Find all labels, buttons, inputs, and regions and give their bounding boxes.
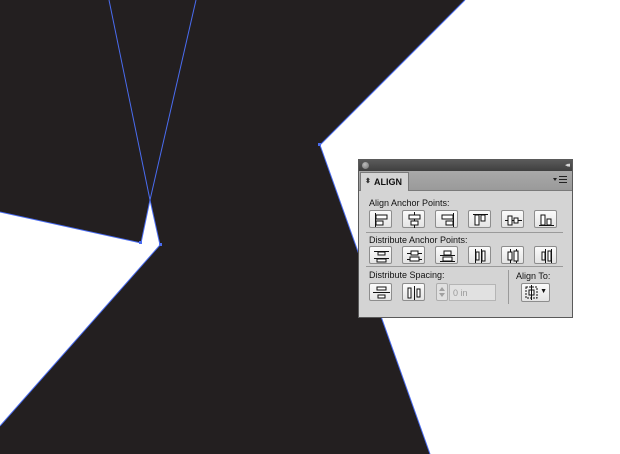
vertical-distribute-top-icon	[374, 251, 389, 263]
horizontal-align-left-button[interactable]	[369, 210, 392, 228]
stepper-arrows-icon	[439, 287, 445, 297]
distribute-anchor-points-label: Distribute Anchor Points:	[369, 235, 468, 245]
vertical-distribute-center-button[interactable]	[402, 246, 425, 264]
vertical-distribute-center-icon	[407, 250, 422, 262]
horizontal-align-left-icon	[375, 213, 388, 227]
horizontal-distribute-left-icon	[475, 249, 486, 263]
horizontal-distribute-center-button[interactable]	[501, 246, 524, 264]
chevron-down-icon: ▼	[540, 288, 547, 295]
horizontal-align-right-icon	[441, 213, 454, 227]
horizontal-align-center-icon	[408, 212, 421, 228]
vertical-align-center-button[interactable]	[501, 210, 524, 228]
align-to-key-object-icon	[525, 285, 538, 300]
horizontal-distribute-left-button[interactable]	[468, 246, 491, 264]
vertical-align-center-icon	[505, 215, 522, 226]
horizontal-align-center-button[interactable]	[402, 210, 425, 228]
close-icon[interactable]	[362, 162, 369, 169]
tab-align[interactable]: ⬍ ALIGN	[360, 172, 409, 191]
align-anchor-points-label: Align Anchor Points:	[369, 198, 450, 208]
horizontal-distribute-space-button[interactable]	[402, 283, 425, 301]
panel-tabstrip: ⬍ ALIGN	[359, 171, 572, 191]
panel-menu-icon[interactable]	[553, 175, 567, 185]
vertical-align-bottom-icon	[539, 214, 554, 226]
spacing-value-field[interactable]	[449, 284, 496, 301]
horizontal-distribute-right-icon	[541, 249, 552, 263]
vertical-distribute-space-icon	[373, 286, 390, 299]
horizontal-distribute-center-icon	[507, 249, 519, 263]
tab-align-label: ALIGN	[374, 177, 402, 187]
anchor-point[interactable]	[139, 241, 142, 244]
vertical-align-bottom-button[interactable]	[534, 210, 557, 228]
anchor-point[interactable]	[159, 243, 162, 246]
vertical-align-top-icon	[473, 214, 488, 226]
align-to-dropdown[interactable]: ▼	[521, 283, 550, 302]
vertical-distribute-space-button[interactable]	[369, 283, 392, 301]
separator	[508, 270, 509, 304]
vertical-distribute-top-button[interactable]	[369, 246, 392, 264]
collapse-icon[interactable]: ◂◂	[565, 160, 570, 171]
vertical-distribute-bottom-button[interactable]	[435, 246, 458, 264]
distribute-spacing-label: Distribute Spacing:	[369, 270, 445, 280]
horizontal-align-right-button[interactable]	[435, 210, 458, 228]
tab-expand-icon[interactable]: ⬍	[365, 173, 371, 191]
horizontal-distribute-space-icon	[407, 286, 421, 300]
anchor-point[interactable]	[318, 143, 321, 146]
vertical-align-top-button[interactable]	[468, 210, 491, 228]
spacing-stepper[interactable]	[436, 283, 448, 301]
horizontal-distribute-right-button[interactable]	[534, 246, 557, 264]
separator	[366, 266, 563, 267]
panel-titlebar[interactable]: ◂◂	[359, 160, 572, 171]
align-to-label: Align To:	[516, 271, 551, 281]
separator	[366, 232, 563, 233]
vertical-distribute-bottom-icon	[440, 250, 455, 262]
